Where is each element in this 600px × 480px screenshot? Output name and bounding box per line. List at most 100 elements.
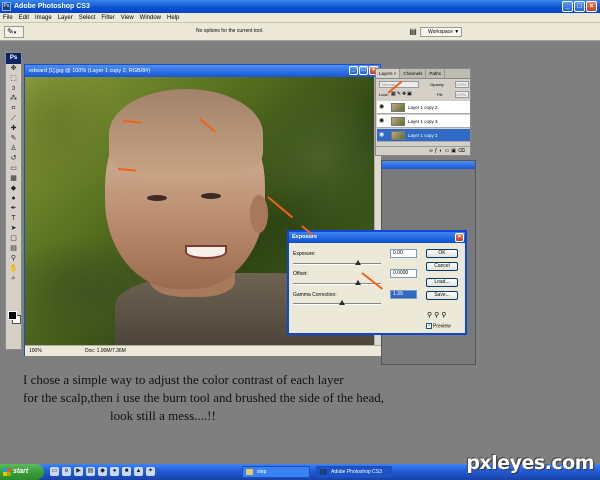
opacity-label: Opacity: (430, 82, 445, 87)
hand-tool-icon[interactable]: ✋ (6, 264, 21, 274)
close-button[interactable]: × (586, 1, 597, 12)
trash-icon[interactable]: ⌫ (458, 148, 467, 154)
history-brush-tool-icon[interactable]: ↺ (6, 154, 21, 164)
gradient-tool-icon[interactable]: ▦ (6, 174, 21, 184)
notes-tool-icon[interactable]: ▤ (6, 244, 21, 254)
ok-button[interactable]: OK (426, 249, 458, 258)
checkmark-icon: ✓ (426, 323, 432, 329)
move-tool-icon[interactable]: ✥ (6, 64, 21, 74)
save-button[interactable]: Save... (426, 291, 458, 300)
menu-file[interactable]: File (0, 13, 16, 22)
document-status-bar: 100% Doc: 1.90M/7.36M (25, 345, 381, 356)
tab-paths[interactable]: Paths (426, 69, 445, 78)
zoom-tool-icon[interactable]: ⌕ (6, 274, 21, 284)
gamma-slider-knob[interactable] (339, 300, 345, 305)
show-desktop-icon[interactable]: ▭ (50, 467, 59, 476)
app-icon[interactable]: ✦ (146, 467, 155, 476)
menu-help[interactable]: Help (164, 13, 182, 22)
menu-layer[interactable]: Layer (55, 13, 76, 22)
maximize-button[interactable]: □ (574, 1, 585, 12)
eyedropper-tool-icon[interactable]: ⚲ (6, 254, 21, 264)
menu-select[interactable]: Select (76, 13, 99, 22)
visibility-eye-icon[interactable]: ◉ (379, 115, 384, 128)
shape-tool-icon[interactable]: ▢ (6, 234, 21, 244)
blur-tool-icon[interactable]: ◆ (6, 184, 21, 194)
app-icon[interactable]: ● (110, 467, 119, 476)
tab-layers[interactable]: Layers × (376, 69, 401, 78)
visibility-eye-icon[interactable]: ◉ (379, 101, 384, 114)
burn-tool-icon[interactable]: ● (6, 194, 21, 204)
layer-name: Layer 1 copy 3 (408, 119, 438, 124)
folder-icon[interactable]: ▤ (86, 467, 95, 476)
photoshop-icon: Ps (2, 2, 11, 11)
zoom-level[interactable]: 100% (29, 346, 42, 356)
type-tool-icon[interactable]: T (6, 214, 21, 224)
exposure-slider-knob[interactable] (355, 260, 361, 265)
document-title-bar[interactable]: edward [1].jpg @ 100% (Layer 1 copy 2, R… (25, 65, 380, 77)
gamma-input[interactable]: 1.39 (390, 290, 417, 299)
tab-channels[interactable]: Channels (400, 69, 427, 78)
menu-window[interactable]: Window (137, 13, 164, 22)
gamma-slider-track[interactable] (293, 303, 381, 305)
document-maximize-button[interactable]: □ (359, 66, 368, 75)
preview-checkbox[interactable]: ✓ Preview (426, 323, 451, 329)
foreground-color-swatch[interactable] (8, 311, 17, 320)
document-size-info[interactable]: Doc: 1.90M/7.36M (85, 346, 126, 356)
marquee-tool-icon[interactable]: ⬚ (6, 74, 21, 84)
new-layer-icon[interactable]: ▣ (451, 148, 458, 154)
menu-edit[interactable]: Edit (16, 13, 32, 22)
path-selection-tool-icon[interactable]: ➤ (6, 224, 21, 234)
clone-stamp-tool-icon[interactable]: ♙ (6, 144, 21, 154)
exposure-dialog-title-bar[interactable]: Exposure × (289, 232, 465, 243)
layer-row[interactable]: ◉ Layer 1 copy 2 (377, 101, 470, 114)
layer-row[interactable]: ◉ Layer 1 copy 3 (377, 115, 470, 128)
pen-tool-icon[interactable]: ✒ (6, 204, 21, 214)
menu-view[interactable]: View (118, 13, 137, 22)
crop-tool-icon[interactable]: ⌗ (6, 104, 21, 114)
tool-preset-picker[interactable]: ✎▾ (4, 26, 24, 38)
toggle-palette-well-icon[interactable]: ▤ (406, 26, 420, 38)
blend-row: Normal Opacity: 100% (376, 80, 472, 89)
browser-icon[interactable]: e (62, 467, 71, 476)
chevron-down-icon: ▾ (13, 30, 17, 36)
visibility-eye-icon[interactable]: ◉ (379, 129, 384, 142)
eraser-tool-icon[interactable]: ▭ (6, 164, 21, 174)
document-minimize-button[interactable]: _ (349, 66, 358, 75)
document-title: edward [1].jpg @ 100% (Layer 1 copy 2, R… (29, 68, 151, 74)
brush-tool-icon[interactable]: ✎ (6, 134, 21, 144)
offset-slider-track[interactable] (293, 283, 381, 285)
document-window-controls: _ □ × (349, 66, 378, 75)
media-player-icon[interactable]: ▶ (74, 467, 83, 476)
menu-filter[interactable]: Filter (98, 13, 117, 22)
app-icon[interactable]: ▲ (134, 467, 143, 476)
exposure-input[interactable]: 0.00 (390, 249, 417, 258)
exposure-slider-track[interactable] (293, 263, 381, 265)
healing-brush-tool-icon[interactable]: ✚ (6, 124, 21, 134)
offset-slider-knob[interactable] (355, 280, 361, 285)
app-icon[interactable]: ◆ (98, 467, 107, 476)
photo-ear (250, 195, 268, 233)
app-icon[interactable]: ■ (122, 467, 131, 476)
layer-row-selected[interactable]: ◉ Layer 1 copy 2 (377, 129, 470, 142)
magic-wand-tool-icon[interactable]: ⁂ (6, 94, 21, 104)
taskbar-item-photoshop[interactable]: Adobe Photoshop CS3 (316, 466, 392, 478)
slice-tool-icon[interactable]: ⟋ (6, 114, 21, 124)
offset-input[interactable]: 0.0000 (390, 269, 417, 278)
eyedropper-icon: ✎ (7, 27, 14, 36)
fill-input[interactable]: 100% (455, 91, 469, 98)
taskbar-item-step[interactable]: step (242, 466, 310, 478)
start-button[interactable]: start (0, 464, 44, 480)
folder-icon (246, 469, 253, 475)
lock-all-icon[interactable]: ▣ (407, 91, 413, 97)
dialog-close-icon[interactable]: × (455, 233, 464, 242)
menu-image[interactable]: Image (32, 13, 55, 22)
photo-eye-left (147, 195, 167, 201)
load-button[interactable]: Load... (426, 278, 458, 287)
opacity-input[interactable]: 100% (455, 81, 469, 88)
cancel-button[interactable]: Cancel (426, 262, 458, 271)
lasso-tool-icon[interactable]: ↄ (6, 84, 21, 94)
minimize-button[interactable]: _ (562, 1, 573, 12)
workspace-menu[interactable]: Workspace ▼ (420, 27, 462, 37)
menu-bar: File Edit Image Layer Select Filter View… (0, 13, 600, 23)
white-eyedropper-icon[interactable]: ⚲ (441, 312, 448, 319)
